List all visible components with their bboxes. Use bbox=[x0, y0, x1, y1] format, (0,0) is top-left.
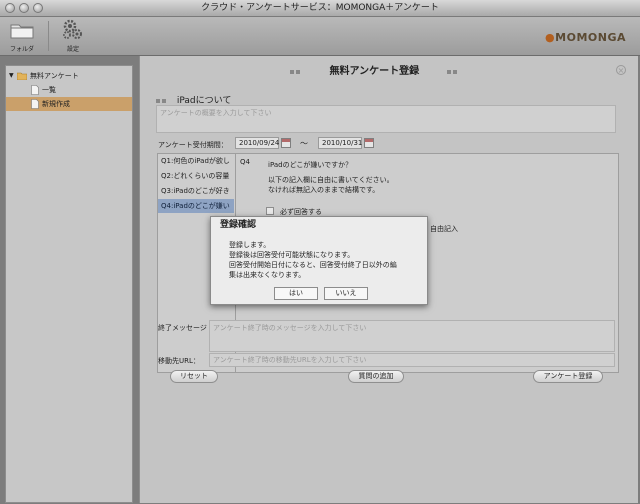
question-list-item[interactable]: Q1:何色のiPadが欲し bbox=[158, 154, 234, 168]
title-decoration-icon bbox=[162, 99, 166, 103]
document-icon bbox=[31, 85, 39, 95]
settings-button[interactable]: 設定 bbox=[53, 19, 93, 53]
summary-placeholder: アンケートの概要を入力して下さい bbox=[160, 109, 272, 117]
document-icon bbox=[31, 99, 39, 109]
window-title: クラウド・アンケートサービス：MOMONGA＋アンケート bbox=[201, 3, 439, 13]
dialog-message-line: 回答受付開始日付になると、回答受付終了日以外の編 bbox=[229, 261, 397, 269]
reset-button[interactable]: リセット bbox=[170, 370, 218, 383]
question-instruction: なければ無記入のままで結構です。 bbox=[268, 186, 380, 194]
title-bar: クラウド・アンケートサービス：MOMONGA＋アンケート bbox=[0, 0, 640, 17]
redirect-url-label: 移動先URL： bbox=[158, 357, 200, 365]
summary-input[interactable]: アンケートの概要を入力して下さい bbox=[156, 105, 616, 133]
sidebar-item-label: 一覧 bbox=[42, 86, 56, 94]
redirect-url-placeholder: アンケート終了時の移動先URLを入力して下さい bbox=[213, 356, 367, 364]
title-decoration-icon bbox=[156, 99, 160, 103]
end-message-input[interactable]: アンケート終了時のメッセージを入力して下さい bbox=[209, 320, 615, 352]
redirect-url-input[interactable]: アンケート終了時の移動先URLを入力して下さい bbox=[209, 353, 615, 367]
close-window-button[interactable] bbox=[5, 3, 15, 13]
question-list-item[interactable]: Q2:どれくらいの容量 bbox=[158, 169, 234, 183]
end-message-label: 終了メッセージ bbox=[158, 324, 207, 332]
toolbar: フォルダ 設定 ●MOMONGA bbox=[0, 17, 640, 56]
toolbar-separator bbox=[48, 21, 49, 51]
register-survey-button[interactable]: アンケート登録 bbox=[533, 370, 603, 383]
start-date-input[interactable]: 2010/09/24 bbox=[235, 137, 279, 149]
tree-root-free-survey[interactable]: ▼ 無料アンケート bbox=[6, 69, 132, 83]
free-entry-label: 自由記入 bbox=[430, 225, 458, 233]
folder-icon bbox=[17, 72, 27, 80]
tree-root-label: 無料アンケート bbox=[30, 72, 79, 80]
app-window: クラウド・アンケートサービス：MOMONGA＋アンケート フォルダ 設定 ●MO… bbox=[0, 0, 640, 504]
dialog-no-button[interactable]: いいえ bbox=[324, 287, 368, 300]
gear-icon bbox=[63, 19, 82, 39]
sidebar-item-label: 新規作成 bbox=[42, 100, 70, 108]
header-decoration-icon bbox=[452, 70, 457, 74]
dialog-message-line: 登録します。 bbox=[229, 241, 271, 249]
zoom-window-button[interactable] bbox=[33, 3, 43, 13]
question-text: iPadのどこが嫌いですか？ bbox=[268, 161, 353, 169]
settings-button-label: 設定 bbox=[66, 46, 79, 53]
add-question-button[interactable]: 質問の追加 bbox=[348, 370, 404, 383]
sidebar-item-new[interactable]: 新規作成 bbox=[6, 97, 132, 111]
confirm-dialog: 登録確認 登録します。 登録後は回答受付可能状態になります。 回答受付開始日付に… bbox=[210, 216, 428, 305]
date-range-tilde: 〜 bbox=[300, 139, 308, 148]
header-decoration-icon bbox=[296, 70, 300, 74]
form-header: 無料アンケート登録 bbox=[290, 62, 459, 77]
minimize-window-button[interactable] bbox=[19, 3, 29, 13]
calendar-icon[interactable] bbox=[364, 138, 374, 148]
folder-icon bbox=[10, 24, 34, 39]
momonga-logo: ●MOMONGA bbox=[545, 31, 626, 44]
header-decoration-icon bbox=[446, 70, 451, 74]
close-icon[interactable]: × bbox=[616, 65, 626, 75]
end-message-placeholder: アンケート終了時のメッセージを入力して下さい bbox=[213, 324, 367, 332]
question-instruction: 以下の記入欄に自由に書いてください。 bbox=[268, 176, 394, 184]
logo-text: MOMONGA bbox=[555, 31, 626, 44]
dialog-title: 登録確認 bbox=[220, 220, 257, 230]
dialog-message-line: 集は出来なくなります。 bbox=[229, 271, 306, 279]
dialog-yes-button[interactable]: はい bbox=[274, 287, 318, 300]
disclosure-triangle-icon[interactable]: ▼ bbox=[9, 69, 14, 83]
calendar-icon[interactable] bbox=[281, 138, 291, 148]
page-title: 無料アンケート登録 bbox=[329, 66, 420, 77]
dialog-message-line: 登録後は回答受付可能状態になります。 bbox=[229, 251, 355, 259]
folder-button-label: フォルダ bbox=[9, 46, 34, 53]
folder-button[interactable]: フォルダ bbox=[2, 19, 42, 53]
question-list-item[interactable]: Q3:iPadのどこが好き bbox=[158, 184, 234, 198]
header-decoration-icon bbox=[290, 70, 294, 74]
question-number: Q4 bbox=[240, 158, 250, 166]
period-label: アンケート受付期間： bbox=[158, 141, 228, 149]
question-list-item-selected[interactable]: Q4:iPadのどこが嫌い bbox=[158, 199, 234, 213]
sidebar-item-list[interactable]: 一覧 bbox=[6, 83, 132, 97]
end-date-input[interactable]: 2010/10/31 bbox=[318, 137, 362, 149]
required-checkbox[interactable] bbox=[266, 207, 274, 215]
sidebar: ▼ 無料アンケート 一覧 新規作成 bbox=[5, 65, 133, 503]
